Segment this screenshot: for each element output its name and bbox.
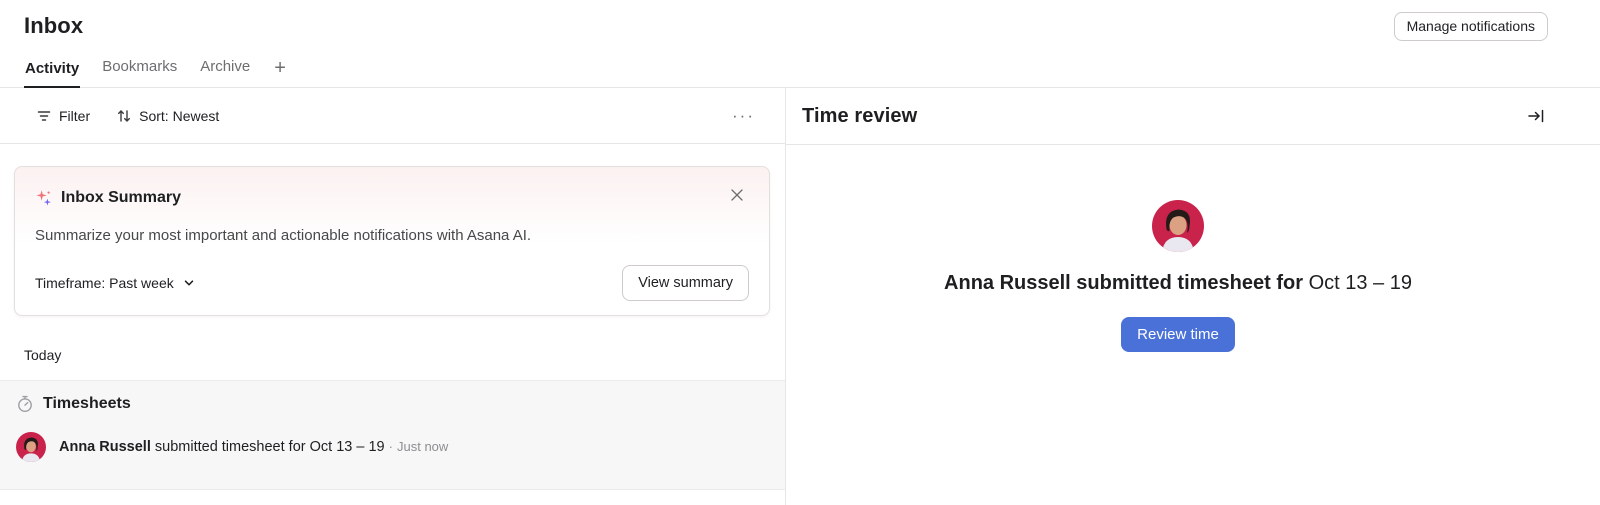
tab-bookmarks[interactable]: Bookmarks [101, 58, 178, 88]
avatar [1152, 200, 1204, 252]
time-review-body: Anna Russell submitted timesheet for Oct… [786, 145, 1600, 352]
summary-card-description: Summarize your most important and action… [35, 227, 749, 245]
notification-action: submitted timesheet for Oct 13 – 19 [155, 439, 385, 455]
review-time-button[interactable]: Review time [1121, 317, 1235, 352]
inbox-header: Inbox Manage notifications Activity Book… [0, 0, 1600, 88]
sort-label: Sort: Newest [139, 108, 219, 124]
filter-label: Filter [59, 108, 90, 124]
notification-separator: · [389, 439, 393, 454]
notification-text: Anna Russell submitted timesheet for Oct… [59, 438, 448, 456]
sort-button[interactable]: Sort: Newest [108, 102, 227, 130]
more-options-button[interactable]: ··· [724, 106, 763, 126]
notification-actor: Anna Russell [59, 439, 151, 455]
collapse-right-icon [1526, 106, 1546, 126]
inbox-summary-card: Inbox Summary Summarize your most import… [14, 166, 770, 316]
headline-period: Oct 13 – 19 [1309, 272, 1412, 294]
headline-action: submitted timesheet for [1076, 272, 1303, 294]
time-review-panel: Time review Anna Russell s [786, 88, 1600, 505]
collapse-panel-button[interactable] [1524, 104, 1548, 128]
headline-actor: Anna Russell [944, 272, 1071, 294]
add-tab-button[interactable]: + [272, 58, 288, 88]
feed-toolbar: Filter Sort: Newest ··· [0, 88, 785, 144]
view-summary-button[interactable]: View summary [622, 265, 749, 301]
avatar [16, 432, 46, 462]
time-review-header: Time review [786, 88, 1600, 145]
notification-group-title: Timesheets [43, 395, 131, 413]
asana-ai-sparkle-icon [35, 189, 53, 207]
page-title: Inbox [24, 12, 83, 40]
filter-button[interactable]: Filter [28, 102, 98, 130]
filter-icon [36, 108, 52, 124]
notification-row[interactable]: Anna Russell submitted timesheet for Oct… [16, 432, 769, 462]
manage-notifications-button[interactable]: Manage notifications [1394, 12, 1548, 41]
close-icon [729, 187, 745, 203]
tab-archive[interactable]: Archive [199, 58, 251, 88]
date-group-label: Today [24, 347, 785, 363]
notification-timestamp: Just now [397, 439, 448, 454]
summary-card-title: Inbox Summary [61, 187, 181, 209]
sort-arrows-icon [116, 108, 132, 124]
panel-title: Time review [802, 105, 917, 128]
stopwatch-icon [16, 395, 34, 413]
timeframe-dropdown[interactable]: Timeframe: Past week [29, 269, 201, 297]
time-review-headline: Anna Russell submitted timesheet for Oct… [944, 270, 1412, 296]
activity-feed-panel: Filter Sort: Newest ··· [0, 88, 786, 505]
tab-activity[interactable]: Activity [24, 60, 80, 88]
chevron-down-icon [183, 277, 195, 289]
close-summary-card-button[interactable] [727, 185, 747, 205]
timeframe-label: Timeframe: Past week [35, 275, 174, 291]
feed-scroll-area: Inbox Summary Summarize your most import… [0, 144, 785, 490]
inbox-tabs: Activity Bookmarks Archive + [0, 58, 312, 88]
notification-group-timesheets[interactable]: Timesheets Anna Russell submitted times [0, 380, 785, 490]
